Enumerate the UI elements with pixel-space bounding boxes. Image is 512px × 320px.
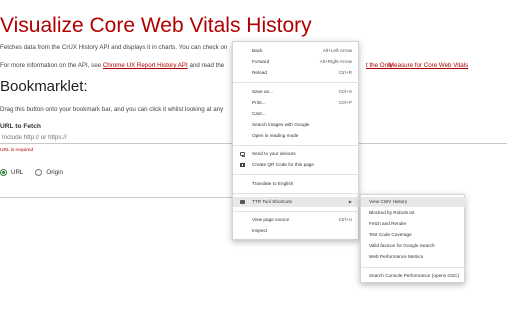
ttr-tool-submenu: View CWV History Blocked by Robots.txt F…: [360, 194, 466, 283]
menu-item-search-images[interactable]: Search images with Google: [233, 120, 360, 130]
menu-item-label: Reload: [252, 70, 267, 75]
submenu-item-label: Web Performance Metrics: [369, 254, 424, 259]
menu-item-send-to-devices[interactable]: Send to your devices: [233, 149, 360, 159]
submenu-item-label: View CWV History: [369, 199, 408, 204]
url-label: URL to Fetch: [0, 123, 41, 130]
bookmarklet-heading: Bookmarklet:: [0, 78, 88, 95]
menu-item-back[interactable]: Back Alt+Left Arrow: [233, 46, 360, 56]
radio-origin[interactable]: [35, 169, 43, 176]
menu-item-print[interactable]: Print... Ctrl+P: [233, 98, 360, 108]
submenu-item-label: Test Code Coverage: [369, 232, 412, 237]
menu-item-label: Open in reading mode: [252, 133, 299, 138]
url-error: URL is required: [0, 148, 34, 153]
menu-item-reading-mode[interactable]: Open in reading mode: [233, 131, 360, 141]
bookmarklet-description: Drag this button onto your bookmark bar,…: [0, 106, 224, 113]
menu-separator: [233, 174, 360, 175]
menu-item-forward[interactable]: Forward Alt+Right Arrow: [233, 57, 360, 67]
menu-separator: [233, 82, 360, 83]
menu-item-shortcut: Alt+Right Arrow: [319, 59, 352, 64]
qr-code-icon: [240, 163, 245, 167]
extension-icon: [240, 200, 245, 204]
menu-item-label: Inspect: [252, 228, 268, 233]
menu-item-shortcut: Ctrl+S: [338, 89, 352, 94]
submenu-item-label: Search Console Performance (opens GSC): [369, 273, 460, 278]
menu-separator: [233, 193, 360, 194]
menu-item-label: View page source: [252, 217, 290, 222]
menu-item-save-as[interactable]: Save as... Ctrl+S: [233, 87, 360, 97]
menu-item-translate[interactable]: Translate to English: [233, 179, 360, 189]
core-web-vitals-link[interactable]: Measure for Core Web Vitals: [389, 62, 468, 69]
submenu-item-valid-favicon[interactable]: Valid favicon for Google Search: [361, 241, 466, 251]
menu-item-label: Translate to English: [252, 181, 294, 186]
monitor-icon: [240, 152, 245, 157]
submenu-item-label: Fetch and Render: [369, 221, 407, 226]
menu-item-label: Forward: [252, 59, 270, 64]
submenu-item-blocked-by-robots[interactable]: Blocked by Robots.txt: [361, 208, 466, 218]
menu-item-inspect[interactable]: Inspect: [233, 226, 360, 236]
menu-item-label: Print...: [252, 100, 266, 105]
submenu-arrow-icon: ▶: [348, 199, 352, 204]
menu-item-cast[interactable]: Cast...: [233, 109, 360, 119]
menu-item-label: TTR Tool Shortcuts: [252, 199, 293, 204]
more-info-mid: and read the: [187, 62, 225, 69]
radio-url-label[interactable]: URL: [11, 169, 23, 176]
menu-item-reload[interactable]: Reload Ctrl+R: [233, 68, 360, 78]
menu-item-shortcut: Ctrl+R: [338, 70, 352, 75]
menu-item-view-source[interactable]: View page source Ctrl+U: [233, 215, 360, 225]
submenu-item-label: Valid favicon for Google Search: [369, 243, 435, 248]
menu-item-shortcut: Ctrl+U: [338, 217, 352, 222]
menu-item-label: Send to your devices: [252, 151, 296, 156]
fetch-type-radio-group: URL Origin: [0, 169, 75, 176]
menu-separator: [361, 267, 466, 268]
menu-separator: [233, 211, 360, 212]
submenu-item-label: Blocked by Robots.txt: [369, 210, 415, 215]
menu-item-shortcut: Alt+Left Arrow: [322, 48, 352, 53]
submenu-item-search-console-performance[interactable]: Search Console Performance (opens GSC): [361, 271, 466, 281]
crux-history-api-link[interactable]: Chrome UX Report History API: [103, 62, 188, 69]
url-input[interactable]: [0, 131, 232, 144]
menu-item-label: Create QR Code for this page: [252, 162, 315, 167]
page-title: Visualize Core Web Vitals History: [0, 14, 312, 37]
submenu-item-test-code-coverage[interactable]: Test Code Coverage: [361, 230, 466, 240]
menu-separator: [233, 145, 360, 146]
radio-origin-label[interactable]: Origin: [46, 169, 63, 176]
submenu-item-web-performance-metrics[interactable]: Web Performance Metrics: [361, 252, 466, 262]
menu-item-label: Back: [252, 48, 263, 53]
context-menu: Back Alt+Left Arrow Forward Alt+Right Ar…: [232, 41, 360, 240]
submenu-item-fetch-and-render[interactable]: Fetch and Render: [361, 219, 466, 229]
menu-item-label: Search images with Google: [252, 122, 310, 127]
menu-item-label: Cast...: [252, 111, 266, 116]
intro-text: Fetches data from the CrUX History API a…: [0, 44, 228, 51]
menu-item-shortcut: Ctrl+P: [338, 100, 352, 105]
menu-item-label: Save as...: [252, 89, 273, 94]
radio-url[interactable]: [0, 169, 7, 176]
form-divider: [0, 197, 232, 198]
submenu-item-view-cwv-history[interactable]: View CWV History: [361, 197, 466, 207]
more-info-prefix: For more information on the API, see: [0, 62, 103, 69]
menu-item-qr-code[interactable]: Create QR Code for this page: [233, 160, 360, 170]
menu-item-ttr-tool-shortcuts[interactable]: TTR Tool Shortcuts ▶: [233, 197, 360, 207]
